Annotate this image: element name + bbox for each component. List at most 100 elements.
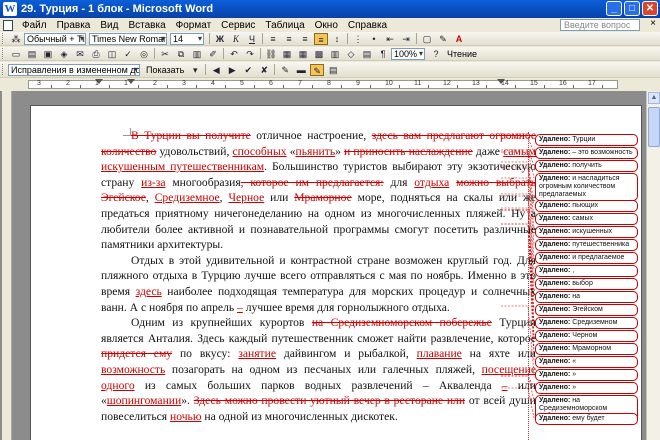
horizontal-ruler[interactable]: 3 2 1 1 2 3 4 5 6 7 8 9 10 11 12 13 14 15 16 17 [28, 79, 618, 89]
document-paragraph[interactable]: В Турции вы получите отличное настроение… [101, 128, 536, 253]
toolbar-grip[interactable] [2, 33, 5, 44]
reject-change-icon[interactable]: ✘ [257, 64, 271, 76]
open-icon[interactable]: ▤ [25, 48, 39, 60]
undo-icon[interactable]: ↶ [227, 48, 241, 60]
insert-excel-icon[interactable]: ▩ [312, 48, 326, 60]
deletion-balloon[interactable]: Удалено: Мраморном [535, 343, 638, 355]
document-paragraph[interactable]: Отдых в этой удивительной и контрастной … [101, 253, 536, 315]
italic-button[interactable]: К [229, 33, 243, 45]
drawing-icon[interactable]: ◇ [344, 48, 358, 60]
show-markup-button[interactable]: Показать [143, 65, 187, 75]
bullets-icon[interactable]: • [367, 33, 381, 45]
close-document-icon[interactable]: × [650, 18, 656, 29]
help-icon[interactable]: ? [429, 48, 443, 60]
deletion-balloon[interactable]: Удалено: « [535, 356, 638, 368]
help-search-input[interactable]: Введите вопрос [560, 19, 640, 31]
deletion-balloon[interactable]: Удалено: , [535, 265, 638, 277]
bold-button[interactable]: Ж [213, 33, 227, 45]
toolbar-grip[interactable] [2, 48, 5, 59]
redo-icon[interactable]: ↷ [243, 48, 257, 60]
deletion-balloon[interactable]: Удалено: Средиземном [535, 317, 638, 329]
deletion-balloon[interactable]: Удалено: выбор [535, 278, 638, 290]
reviewing-pane-icon[interactable]: ▤ [326, 64, 340, 76]
spelling-icon[interactable]: ✓ [121, 48, 135, 60]
email-icon[interactable]: ✉ [73, 48, 87, 60]
save-icon[interactable]: ▣ [41, 48, 55, 60]
document-paragraph[interactable]: Одним из крупнейших курортов на Средизем… [101, 315, 536, 424]
align-left-icon[interactable]: ≡ [266, 33, 280, 45]
menu-edit[interactable]: Правка [52, 20, 96, 31]
new-document-icon[interactable]: ▭ [9, 48, 23, 60]
cut-icon[interactable]: ✂ [158, 48, 172, 60]
deletion-balloon[interactable]: Удалено: ему будет [535, 413, 638, 425]
numbering-icon[interactable]: ⋮ [351, 33, 365, 45]
align-right-icon[interactable]: ≡ [298, 33, 312, 45]
next-change-icon[interactable]: ▶ [225, 64, 239, 76]
menu-view[interactable]: Вид [95, 20, 123, 31]
deletion-balloon[interactable]: Удалено: самых [535, 213, 638, 225]
scroll-up-icon[interactable]: ▲ [648, 92, 660, 104]
track-changes-icon[interactable]: ✎ [310, 63, 325, 76]
menu-tools[interactable]: Сервис [216, 20, 260, 31]
font-size-combo[interactable]: 14 [170, 32, 204, 45]
document-map-icon[interactable]: ▤ [360, 48, 374, 60]
zoom-combo[interactable]: 100% [391, 47, 425, 60]
research-icon[interactable]: ◎ [137, 48, 151, 60]
format-painter-icon[interactable]: ✐ [206, 48, 220, 60]
previous-change-icon[interactable]: ◀ [209, 64, 223, 76]
print-preview-icon[interactable]: ◫ [105, 48, 119, 60]
deletion-balloon[interactable]: Удалено: получить [535, 160, 638, 172]
align-justify-icon[interactable]: ≡ [314, 32, 328, 45]
display-for-review-combo[interactable]: Исправления в измененном документе [8, 63, 140, 76]
underline-button[interactable]: Ч [245, 33, 259, 45]
increase-indent-icon[interactable]: ⇥ [399, 33, 413, 45]
highlight-icon[interactable]: ✎ [436, 33, 450, 45]
show-dropdown-icon[interactable]: ▾ [188, 64, 202, 76]
menu-file[interactable]: Файл [17, 20, 52, 31]
deletion-balloon[interactable]: Удалено: путешественника [535, 239, 638, 251]
border-icon[interactable]: ▢ [420, 33, 434, 45]
minimize-button[interactable]: _ [606, 1, 622, 16]
menu-table[interactable]: Таблица [260, 20, 309, 31]
deletion-balloon[interactable]: Удалено: искушенных [535, 226, 638, 238]
show-hide-icon[interactable]: ¶ [376, 48, 390, 60]
insert-table-icon[interactable]: ▦ [296, 48, 310, 60]
hyperlink-icon[interactable]: ⛓ [264, 48, 278, 60]
deletion-balloon[interactable]: Удалено: – это возможность [535, 147, 638, 159]
copy-icon[interactable]: ⧉ [174, 48, 188, 60]
menu-insert[interactable]: Вставка [123, 20, 170, 31]
menu-window[interactable]: Окно [310, 20, 343, 31]
font-combo[interactable]: Times New Roman [89, 32, 167, 45]
vertical-scrollbar[interactable]: ▲ [646, 91, 660, 440]
deletion-balloon[interactable]: Удалено: Черном [535, 330, 638, 342]
style-combo[interactable]: Обычный + Tim [24, 32, 86, 45]
maximize-button[interactable]: □ [624, 1, 640, 16]
columns-icon[interactable]: ▥ [328, 48, 342, 60]
line-spacing-icon[interactable]: ↕ [330, 33, 344, 45]
insert-comment-icon[interactable]: ✎ [278, 64, 292, 76]
paste-icon[interactable]: ▥ [190, 48, 204, 60]
permission-icon[interactable]: ◈ [57, 48, 71, 60]
deletion-balloon[interactable]: Удалено: » [535, 382, 638, 394]
font-color-icon[interactable]: A [452, 33, 466, 45]
close-button[interactable]: ✕ [642, 1, 658, 16]
tables-borders-icon[interactable]: ▦ [280, 48, 294, 60]
toolbar-grip[interactable] [2, 64, 5, 75]
deletion-balloon[interactable]: Удалено: и предлагаемое [535, 252, 638, 264]
styles-pane-icon[interactable]: ⁂ [9, 33, 23, 45]
deletion-balloon[interactable]: Удалено: на [535, 291, 638, 303]
reading-button[interactable]: Чтение [444, 49, 480, 59]
menu-help[interactable]: Справка [343, 20, 392, 31]
document-body[interactable]: В Турции вы получите отличное настроение… [101, 128, 536, 424]
accept-change-icon[interactable]: ✔ [241, 64, 255, 76]
vertical-ruler[interactable] [2, 91, 12, 440]
deletion-balloon[interactable]: Удалено: Турции [535, 134, 638, 146]
decrease-indent-icon[interactable]: ⇤ [383, 33, 397, 45]
deletion-balloon[interactable]: Удалено: пьющих [535, 200, 638, 212]
menu-format[interactable]: Формат [171, 20, 217, 31]
deletion-balloon[interactable]: Удалено: Эгейском [535, 304, 638, 316]
print-icon[interactable]: ⎙ [89, 48, 103, 60]
scroll-thumb[interactable] [648, 107, 660, 147]
left-indent-marker[interactable] [127, 79, 135, 84]
align-center-icon[interactable]: ≡ [282, 33, 296, 45]
